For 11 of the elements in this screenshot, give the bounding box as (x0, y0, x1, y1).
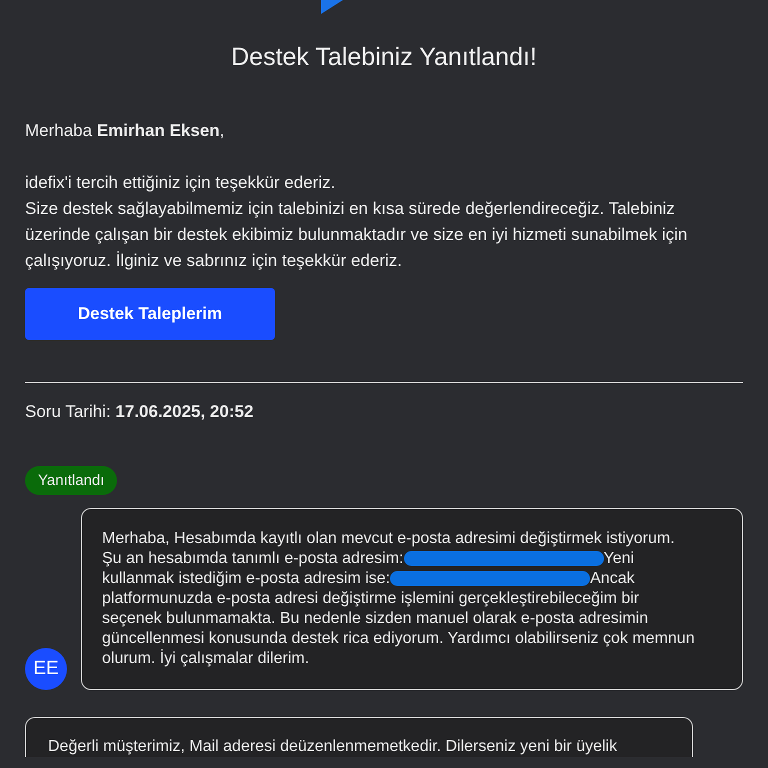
user-avatar: EE (25, 648, 67, 690)
body-paragraph: Size destek sağlayabilmemiz için talebinizi en kısa sürede değerlendireceğiz. Talebiniz üzerinde çalışan bir destek ekibimiz bulunmaktadır ve size en iyi hizmeti sunabilmek için çalışıyoruz. İlginiz ve sabrınız için teşekkür ederiz. (25, 198, 688, 272)
support-requests-button[interactable]: Destek Taleplerim (25, 288, 275, 340)
question-date-text: Soru Tarihi: 17.06.2025, 20:52 (25, 401, 254, 423)
logo-icon (321, 0, 343, 14)
page-title: Destek Talebiniz Yanıtlandı! (230, 42, 538, 73)
body-paragraph: idefix'i tercih ettiğiniz için teşekkür ederiz. (25, 172, 336, 194)
message-text: Değerli müşterimiz, Mail aderesi deüzenlenmemetkedir. Dilerseniz yeni bir üyelik (48, 737, 618, 757)
status-badge: Yanıtlandı (25, 466, 118, 495)
message-text: Merhaba, Hesabımda kayıtlı olan mevcut e-posta adresimi değiştirmek istiyorum. Şu an hesabımda tanımlı e-posta adresim: Yeni kullanmak istediğim e-posta adresim ise: Ancak platformunuzda e-posta adresi değiştirme işlemini gerçekleştirebileceğim bir seçenek bulunmamakta. Bu nedenle sizden manuel olarak e-posta adresimin güncellenmesi konusunda destek rica ediyorum. Yardımcı olabilirseniz çok memnun olurum. İyi çalışmalar dilerim. (102, 529, 696, 669)
greeting-text: Merhaba Emirhan Eksen, (25, 120, 226, 142)
